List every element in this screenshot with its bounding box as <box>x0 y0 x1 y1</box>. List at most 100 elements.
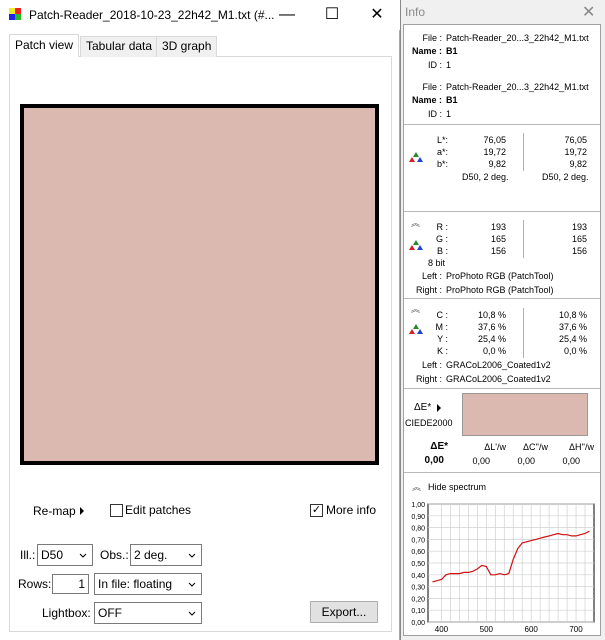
edit-patches-checkbox[interactable] <box>110 504 123 517</box>
lab-a-left: 19,72 <box>483 147 506 157</box>
cmyk-left-label: Left : <box>421 360 442 370</box>
cmyk-y-label: Y : <box>437 334 448 344</box>
in-file-select[interactable]: In file: floating <box>94 573 202 595</box>
rgb-left-label: Left : <box>421 271 442 281</box>
y-tick-label: 0,10 <box>411 608 425 615</box>
rgb-r-left: 193 <box>490 222 506 232</box>
divider <box>404 124 600 125</box>
illuminant-label: Ill.: <box>20 548 36 562</box>
rgb-g-label: G : <box>435 234 448 244</box>
tab-patch-view[interactable]: Patch view <box>9 34 80 57</box>
file-label: File : <box>422 33 442 43</box>
observer-label: Obs.: <box>100 548 129 562</box>
divider <box>404 211 600 212</box>
edit-patches-label[interactable]: Edit patches <box>125 503 191 517</box>
delta-h-value: 0,00 <box>562 456 580 466</box>
cmyk-m-left: 37,6 % <box>477 322 506 332</box>
app-icon <box>9 8 21 20</box>
cmyk-y-right: 25,4 % <box>558 334 587 344</box>
collapse-icon[interactable]: ︽ <box>411 216 420 229</box>
rgb-r-right: 193 <box>571 222 587 232</box>
chevron-right-icon[interactable] <box>437 404 441 412</box>
cmyk-k-left: 0,0 % <box>482 346 506 356</box>
lab-l-right: 76,05 <box>564 135 587 145</box>
observer-select[interactable]: 2 deg. <box>130 544 202 566</box>
lab-condition-left: D50, 2 deg. <box>462 172 509 182</box>
cmyk-c-right: 10,8 % <box>558 310 587 320</box>
delta-e-header: ΔE* <box>430 441 448 452</box>
remap-button[interactable]: Re-map <box>33 504 76 518</box>
info-title: Info <box>405 5 426 19</box>
maximize-button[interactable]: ☐ <box>309 0 355 30</box>
file-label: File : <box>422 82 442 92</box>
chevron-right-icon[interactable] <box>80 507 84 515</box>
illuminant-select[interactable]: D50 <box>37 544 93 566</box>
y-tick-label: 0,00 <box>411 620 425 627</box>
info-close-button[interactable]: ✕ <box>582 2 595 22</box>
bit-depth: 8 bit <box>428 258 446 268</box>
compare-swatch <box>462 393 588 436</box>
delta-e-formula: CIEDE2000 <box>405 418 453 428</box>
cmyk-m-right: 37,6 % <box>558 322 587 332</box>
lab-b-label: b*: <box>436 159 448 169</box>
x-tick-label: 500 <box>480 625 494 634</box>
lab-b-left: 9,82 <box>488 159 506 169</box>
chevron-down-icon <box>188 582 196 587</box>
column-divider <box>523 220 524 258</box>
delta-e-title[interactable]: ΔE* <box>414 402 431 413</box>
y-tick-label: 0,20 <box>411 596 425 603</box>
lab-a-right: 19,72 <box>564 147 587 157</box>
tab-tabular-data[interactable]: Tabular data <box>80 36 159 57</box>
export-button[interactable]: Export... <box>310 601 378 623</box>
observer-value: 2 deg. <box>134 548 168 562</box>
rgb-b-left: 156 <box>490 246 506 256</box>
lightbox-select[interactable]: OFF <box>94 602 202 624</box>
tab-3d-graph[interactable]: 3D graph <box>156 36 218 57</box>
delta-l-header: ΔL'/w <box>484 442 506 452</box>
cmyk-right-profile: GRACoL2006_Coated1v2 <box>446 374 551 384</box>
name-value: B1 <box>446 95 458 105</box>
cmyk-c-left: 10,8 % <box>477 310 506 320</box>
file-value: Patch-Reader_20...3_22h42_M1.txt <box>446 33 589 43</box>
name-label: Name : <box>411 46 442 56</box>
more-info-checkbox[interactable]: ✓ <box>310 504 323 517</box>
chevron-down-icon <box>79 553 87 558</box>
collapse-icon[interactable]: ︽ <box>412 480 421 493</box>
name-label: Name : <box>411 95 442 105</box>
divider <box>404 388 600 389</box>
divider <box>404 472 600 473</box>
y-tick-label: 0,40 <box>411 573 425 580</box>
hide-spectrum-toggle[interactable]: Hide spectrum <box>428 482 486 492</box>
cmyk-left-profile: GRACoL2006_Coated1v2 <box>446 360 551 370</box>
cmyk-y-left: 25,4 % <box>477 334 506 344</box>
lightbox-label: Lightbox: <box>42 606 91 620</box>
more-info-label[interactable]: More info <box>326 503 376 517</box>
file-value: Patch-Reader_20...3_22h42_M1.txt <box>446 82 589 92</box>
spectrum-chart: 0,00 0,10 0,20 0,30 0,40 0,50 0,60 0,70 0,80 0,90… <box>411 502 595 634</box>
close-button[interactable]: ✕ <box>354 0 400 30</box>
illuminant-value: D50 <box>41 548 64 562</box>
in-file-value: In file: floating <box>98 577 173 591</box>
rgb-r-label: R : <box>436 222 448 232</box>
rows-input[interactable]: 1 <box>52 574 89 594</box>
rgb-left-profile: ProPhoto RGB (PatchTool) <box>446 271 554 281</box>
y-tick-label: 0,70 <box>411 537 425 544</box>
info-title-bar[interactable] <box>401 0 605 24</box>
rows-label: Rows: <box>18 577 52 591</box>
x-tick-label: 700 <box>569 625 583 634</box>
id-label: ID : <box>427 109 442 119</box>
delta-c-value: 0,00 <box>517 456 535 466</box>
name-value: B1 <box>446 46 458 56</box>
collapse-icon[interactable]: ︽ <box>411 302 420 315</box>
minimize-button[interactable]: — <box>264 0 310 30</box>
y-tick-label: 0,30 <box>411 585 425 592</box>
y-tick-label: 1,00 <box>411 502 425 509</box>
x-tick-label: 400 <box>435 625 449 634</box>
rgb-b-right: 156 <box>571 246 587 256</box>
delta-h-header: ΔH''/w <box>569 442 594 452</box>
cmyk-k-label: K : <box>436 346 448 356</box>
chevron-down-icon <box>188 611 196 616</box>
y-tick-label: 0,60 <box>411 549 425 556</box>
lab-l-label: L*: <box>436 135 448 145</box>
delta-l-value: 0,00 <box>472 456 490 466</box>
